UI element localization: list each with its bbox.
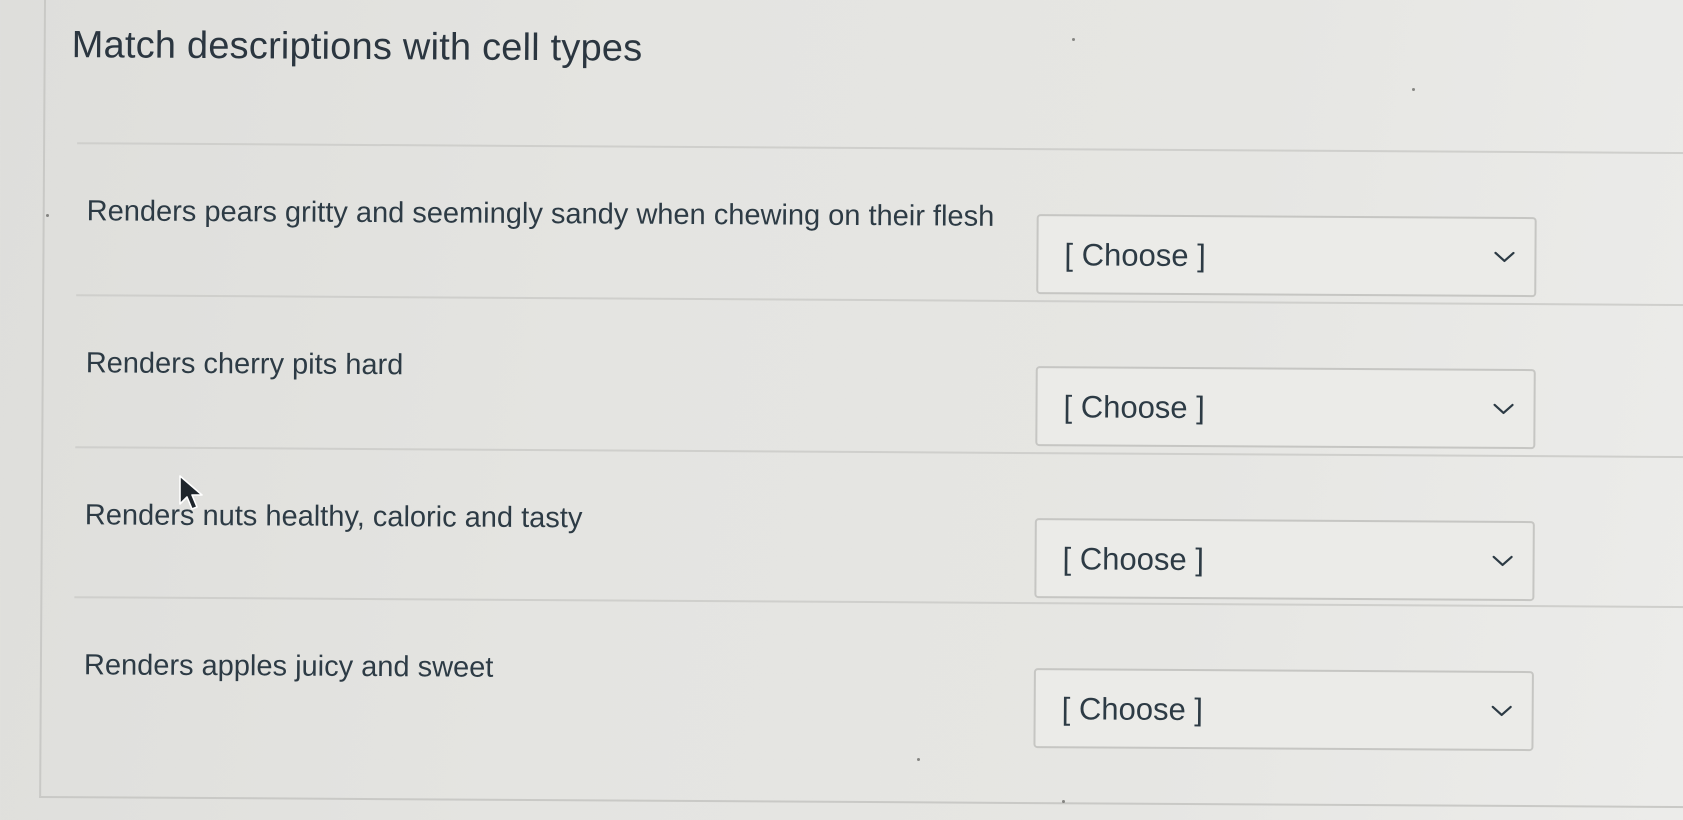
answer-description: Renders cherry pits hard [85,347,404,382]
answer-description: Renders pears gritty and seemingly sandy… [86,195,995,233]
select-value: [ Choose ] [1061,691,1204,728]
cell-type-select[interactable]: [ Choose ] [1035,366,1536,450]
cell-type-select[interactable]: [ Choose ] [1036,214,1537,298]
question-title: Match descriptions with cell types [71,24,643,70]
answer-description: Renders nuts healthy, caloric and tasty [84,499,583,535]
chevron-down-icon [1492,555,1513,567]
question-card: Match descriptions with cell types Rende… [39,0,1683,809]
select-value: [ Choose ] [1062,541,1205,578]
select-value: [ Choose ] [1063,389,1205,426]
screen-speck [917,758,920,761]
screen-speck [1062,800,1065,803]
select-value: [ Choose ] [1064,237,1206,274]
chevron-down-icon [1493,403,1514,415]
screen-speck [1072,38,1075,41]
answer-row: Renders nuts healthy, caloric and tasty … [74,446,1683,609]
chevron-down-icon [1491,705,1512,717]
cell-type-select[interactable]: [ Choose ] [1033,668,1534,752]
cell-type-select[interactable]: [ Choose ] [1034,518,1535,602]
screen-speck [1412,88,1415,91]
answer-row: Renders cherry pits hard [ Choose ] [75,294,1683,457]
answer-row: Renders apples juicy and sweet [ Choose … [73,596,1683,759]
answer-row: Renders pears gritty and seemingly sandy… [76,142,1683,305]
mouse-pointer-icon [179,475,203,510]
answer-description: Renders apples juicy and sweet [83,649,494,684]
screen-speck [46,214,49,217]
chevron-down-icon [1494,251,1515,263]
